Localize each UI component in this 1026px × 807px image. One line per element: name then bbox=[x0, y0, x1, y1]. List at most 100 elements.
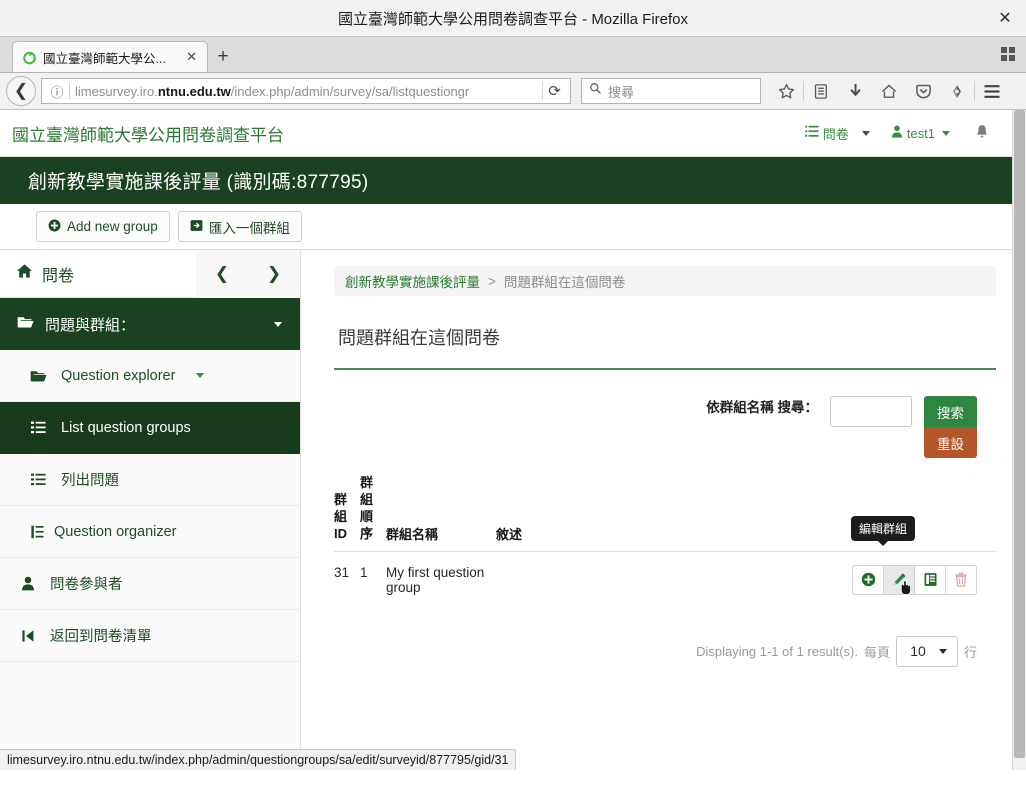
sync-account-icon[interactable] bbox=[940, 76, 974, 106]
list-icon bbox=[29, 473, 48, 486]
sidebar-item-survey-participants[interactable]: 問卷參與者 bbox=[0, 558, 300, 610]
download-icon[interactable] bbox=[838, 76, 872, 106]
sidebar-item-question-explorer[interactable]: Question explorer bbox=[0, 350, 300, 402]
col-header-group-id[interactable]: 群 組 ID bbox=[334, 474, 360, 552]
cell-group-order: 1 bbox=[360, 564, 368, 580]
search-button[interactable]: 搜索 bbox=[924, 396, 977, 427]
chevron-down-icon[interactable] bbox=[861, 130, 870, 136]
sidebar-prev-button[interactable]: ❮ bbox=[196, 250, 248, 298]
new-tab-button[interactable]: + bbox=[208, 41, 238, 72]
survey-title-bar: 創新教學實施課後評量 (識別碼:877795) bbox=[0, 157, 1012, 204]
sidebar-item-label: 問卷參與者 bbox=[50, 577, 123, 593]
statusbar-url: limesurvey.iro.ntnu.edu.tw/index.php/adm… bbox=[7, 753, 509, 767]
user-icon bbox=[18, 576, 37, 591]
home-icon bbox=[16, 263, 33, 284]
app-brand[interactable]: 國立臺灣師範大學公用問卷調查平台 bbox=[12, 121, 284, 146]
reset-button[interactable]: 重設 bbox=[924, 427, 977, 458]
favicon-icon bbox=[21, 49, 37, 65]
back-icon[interactable]: ❮ bbox=[6, 76, 36, 106]
notifications-button[interactable] bbox=[959, 124, 998, 142]
sidebar-item-list-questions[interactable]: 列出問題 bbox=[0, 454, 300, 506]
url-divider bbox=[69, 83, 70, 99]
sidebar-nav-arrows: ❮ ❯ bbox=[196, 249, 300, 298]
scrollbar-thumb[interactable] bbox=[1014, 110, 1025, 758]
sidebar-item-question-organizer[interactable]: Question organizer bbox=[0, 506, 300, 558]
table-pager: Displaying 1-1 of 1 result(s). 每頁 10 行 bbox=[334, 608, 996, 667]
search-filter-label: 依群組名稱 搜尋： bbox=[706, 400, 818, 415]
col-header-group-order[interactable]: 群 組 順 序 bbox=[360, 474, 386, 552]
browser-toolbar-icons bbox=[769, 76, 1009, 106]
action-toolbar: Add new group 匯入一個群組 bbox=[0, 204, 1012, 250]
breadcrumb: 創新教學實施課後評量 > 問題群組在這個問卷 bbox=[334, 266, 996, 296]
tab-close-icon[interactable]: ✕ bbox=[184, 49, 199, 65]
cell-group-id: 31 bbox=[334, 564, 350, 580]
edit-group-button[interactable] bbox=[883, 564, 915, 596]
list-icon bbox=[804, 125, 819, 141]
import-group-label: 匯入一個群組 bbox=[208, 220, 290, 236]
cell-actions: 編輯群組 bbox=[573, 515, 997, 608]
chevron-down-icon-user bbox=[942, 130, 950, 136]
browser-tabbar: 國立臺灣師範大學公... ✕ + bbox=[0, 37, 1026, 73]
search-input[interactable] bbox=[830, 396, 912, 427]
sidebar-section-label: 問題與群組： bbox=[45, 316, 136, 334]
tab-overview-icon[interactable] bbox=[1001, 47, 1017, 63]
chevron-down-icon-explorer[interactable] bbox=[196, 373, 205, 378]
back-to-list-icon bbox=[18, 629, 37, 643]
breadcrumb-parent[interactable]: 創新教學實施課後評量 bbox=[345, 271, 480, 291]
sidebar-item-back-to-survey-list[interactable]: 返回到問卷清單 bbox=[0, 610, 300, 662]
sidebar: 問卷 ❮ ❯ 問題與群組： Question explorer List que… bbox=[0, 249, 301, 770]
sidebar-item-label: 返回到問卷清單 bbox=[50, 629, 152, 645]
home-icon[interactable] bbox=[872, 76, 906, 106]
sidebar-next-button[interactable]: ❯ bbox=[248, 250, 300, 298]
sidebar-home[interactable]: 問卷 bbox=[0, 262, 74, 286]
delete-group-button[interactable] bbox=[945, 564, 977, 595]
app-header: 國立臺灣師範大學公用問卷調查平台 問卷 test1 bbox=[0, 110, 1012, 157]
row-action-group bbox=[852, 564, 977, 596]
sidebar-item-label: 列出問題 bbox=[61, 473, 119, 489]
search-filter-row: 依群組名稱 搜尋： 搜索 重設 bbox=[334, 370, 996, 458]
folder-open-icon bbox=[29, 369, 48, 383]
chevron-down-icon-section[interactable] bbox=[274, 321, 282, 327]
reload-icon[interactable]: ⟳ bbox=[542, 82, 566, 100]
pocket-icon[interactable] bbox=[906, 76, 940, 106]
page-scrollbar[interactable] bbox=[1012, 110, 1026, 770]
header-user-menu[interactable]: test1 bbox=[882, 125, 959, 141]
col-header-description[interactable]: 敘述 bbox=[496, 474, 573, 552]
browser-titlebar: 國立臺灣師範大學公用問卷調查平台 - Mozilla Firefox ✕ bbox=[0, 0, 1026, 37]
sidebar-section-questions-groups[interactable]: 問題與群組： bbox=[0, 298, 300, 350]
sidebar-section-label-wrap: 問題與群組： bbox=[17, 314, 135, 335]
browser-navbar: ❮ ⓘ limesurvey.iro.ntnu.edu.tw/index.php… bbox=[0, 73, 1026, 110]
col-header-group-name[interactable]: 群組名稱 bbox=[386, 474, 496, 552]
window-title: 國立臺灣師範大學公用問卷調查平台 - Mozilla Firefox bbox=[337, 10, 689, 28]
add-new-group-label: Add new group bbox=[67, 219, 158, 234]
per-page-select[interactable]: 10 bbox=[895, 635, 958, 667]
app-header-right: 問卷 test1 bbox=[796, 124, 998, 143]
breadcrumb-current: 問題群組在這個問卷 bbox=[503, 275, 626, 290]
main-content: 創新教學實施課後評量 > 問題群組在這個問卷 問題群組在這個問卷 依群組名稱 搜… bbox=[301, 250, 1012, 770]
browser-tab[interactable]: 國立臺灣師範大學公... ✕ bbox=[12, 41, 208, 72]
library-icon[interactable] bbox=[804, 76, 838, 106]
pager-rows-label: 行 bbox=[963, 644, 977, 660]
add-new-group-button[interactable]: Add new group bbox=[36, 211, 170, 242]
browser-search-placeholder: 搜尋 bbox=[608, 84, 635, 100]
page-body: 問卷 ❮ ❯ 問題與群組： Question explorer List que… bbox=[0, 249, 1012, 770]
import-group-button[interactable]: 匯入一個群組 bbox=[177, 211, 302, 242]
add-question-button[interactable] bbox=[852, 564, 884, 595]
header-surveys-menu[interactable]: 問卷 bbox=[796, 124, 858, 143]
url-domain: ntnu.edu.tw bbox=[157, 83, 231, 99]
sidebar-item-label: Question explorer bbox=[61, 367, 176, 384]
sidebar-item-list-question-groups[interactable]: List question groups bbox=[0, 402, 300, 454]
view-group-button[interactable] bbox=[914, 564, 946, 595]
pager-summary: Displaying 1-1 of 1 result(s). bbox=[696, 643, 858, 659]
bookmark-star-icon[interactable] bbox=[769, 76, 803, 106]
url-bar[interactable]: ⓘ limesurvey.iro.ntnu.edu.tw/index.php/a… bbox=[41, 78, 571, 104]
question-groups-table: 群 組 ID 群 組 順 序 群組名稱 敘述 31 1 My first que… bbox=[334, 474, 996, 608]
site-info-icon[interactable]: ⓘ bbox=[46, 82, 68, 101]
table-row[interactable]: 31 1 My first question group 編輯群組 bbox=[334, 515, 997, 608]
folder-open-icon bbox=[17, 315, 34, 333]
pager-per-page-label: 每頁 bbox=[863, 644, 890, 660]
hamburger-menu-icon[interactable] bbox=[975, 76, 1009, 106]
import-icon bbox=[190, 219, 203, 235]
window-close-icon[interactable]: ✕ bbox=[994, 7, 1016, 29]
browser-search-bar[interactable]: 搜尋 bbox=[581, 78, 761, 104]
